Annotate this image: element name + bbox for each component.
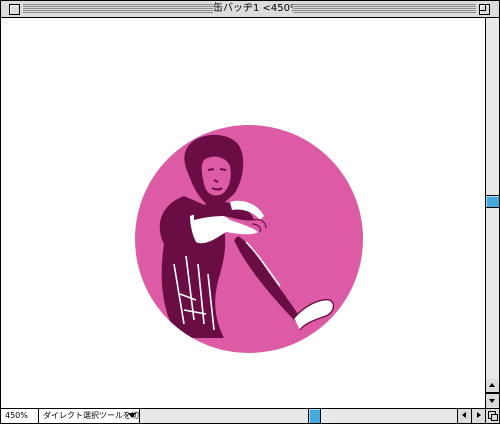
arrow-down-icon (489, 399, 495, 403)
arrow-left-icon (462, 412, 466, 418)
grow-box-icon[interactable] (485, 409, 499, 423)
status-info-label: ダイレクト選択ツールを切り換え (43, 411, 139, 420)
vertical-scroll-thumb[interactable] (486, 195, 499, 208)
title-stripes-left (23, 4, 213, 13)
window-title: 缶バッヂ1 <450%> (213, 2, 308, 16)
status-info-menu[interactable]: ダイレクト選択ツールを切り換え (39, 409, 140, 423)
document-window: 缶バッヂ1 <450%> 450% ダイレクト選択ツールを切 (0, 0, 500, 424)
vertical-scrollbar[interactable] (485, 18, 499, 408)
title-stripes-right (293, 4, 476, 13)
artboard-canvas[interactable] (1, 18, 485, 408)
status-bar: 450% ダイレクト選択ツールを切り換え (1, 408, 499, 423)
arrow-up-icon (489, 383, 495, 387)
triangle-down-icon (128, 413, 136, 418)
scroll-down-button[interactable] (486, 393, 499, 407)
zoom-level-field[interactable]: 450% (1, 409, 39, 423)
arrow-right-icon (477, 412, 481, 418)
scroll-left-button[interactable] (457, 409, 471, 423)
zoom-box-icon[interactable] (479, 4, 490, 15)
scroll-right-button[interactable] (471, 409, 485, 423)
horizontal-scroll-thumb[interactable] (308, 409, 321, 423)
close-box-icon[interactable] (9, 4, 20, 15)
badge-artwork[interactable] (134, 124, 364, 354)
scroll-up-button[interactable] (486, 379, 499, 393)
title-bar[interactable]: 缶バッヂ1 <450%> (1, 1, 499, 18)
